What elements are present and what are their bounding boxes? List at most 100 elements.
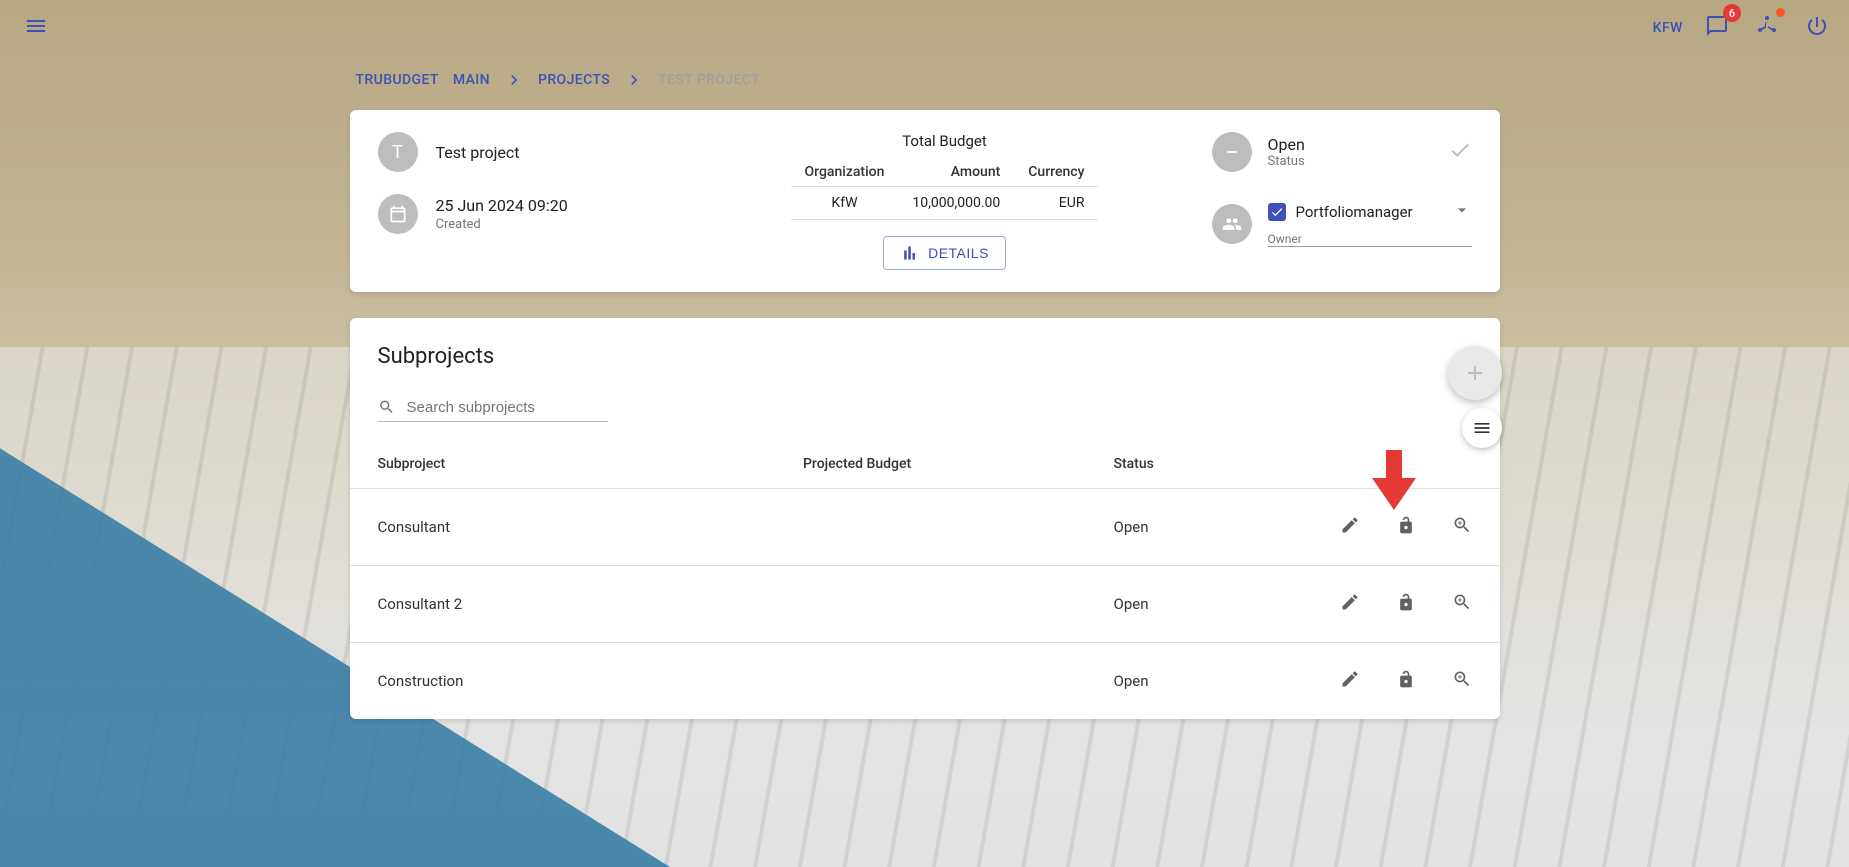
cell-status: Open xyxy=(1086,643,1270,720)
list-icon xyxy=(1472,418,1492,438)
cell-status: Open xyxy=(1086,489,1270,566)
pencil-icon xyxy=(1340,592,1360,612)
topbar: KFW 6 xyxy=(0,0,1849,56)
subprojects-table: Subproject Projected Budget Status Consu… xyxy=(350,440,1500,719)
chevron-right-icon xyxy=(624,70,644,90)
cell-name: Construction xyxy=(350,643,776,720)
zoom-in-icon xyxy=(1452,592,1472,612)
details-button[interactable]: DETAILS xyxy=(883,236,1006,270)
lock-open-icon xyxy=(1396,592,1416,612)
chart-icon xyxy=(900,243,920,263)
edit-button[interactable] xyxy=(1340,669,1360,693)
table-row: Construction Open xyxy=(350,643,1500,720)
details-label: DETAILS xyxy=(928,245,989,261)
plus-icon xyxy=(1463,361,1487,385)
zoom-in-icon xyxy=(1452,669,1472,689)
search-icon xyxy=(378,397,395,417)
owner-chip xyxy=(1212,204,1252,244)
logout-button[interactable] xyxy=(1801,10,1833,46)
budget-table: Organization Amount Currency KfW 10,000,… xyxy=(791,158,1099,220)
col-budget: Projected Budget xyxy=(775,440,1086,489)
budget-amount: 10,000,000.00 xyxy=(898,187,1014,220)
hub-icon xyxy=(1755,14,1779,38)
project-side: Open Status xyxy=(1212,132,1472,247)
search-field[interactable] xyxy=(378,397,608,422)
user-label: KFW xyxy=(1653,20,1683,36)
dropdown-caret-icon xyxy=(1452,200,1472,224)
zoom-in-icon xyxy=(1452,515,1472,535)
col-subproject: Subproject xyxy=(350,440,776,489)
menu-button[interactable] xyxy=(16,6,56,50)
notification-badge: 6 xyxy=(1723,4,1741,22)
status-row: Open Status xyxy=(1212,132,1472,172)
budget-panel: Total Budget Organization Amount Currenc… xyxy=(718,132,1172,270)
cell-budget xyxy=(775,489,1086,566)
col-currency: Currency xyxy=(1014,158,1098,187)
checkmark-icon xyxy=(1270,205,1284,219)
cell-name: Consultant 2 xyxy=(350,566,776,643)
status-value: Open xyxy=(1268,135,1305,154)
check-icon xyxy=(1448,138,1472,162)
topbar-right: KFW 6 xyxy=(1653,10,1833,46)
chevron-right-icon xyxy=(504,70,524,90)
alert-dot-icon xyxy=(1776,8,1785,17)
owner-name: Portfoliomanager xyxy=(1296,203,1413,221)
messages-button[interactable]: 6 xyxy=(1701,10,1733,46)
budget-row: KfW 10,000,000.00 EUR xyxy=(791,187,1099,220)
breadcrumb-current: TEST PROJECT xyxy=(658,72,760,88)
created-date: 25 Jun 2024 09:20 xyxy=(436,196,568,215)
content: TRUBUDGET MAIN PROJECTS TEST PROJECT T T… xyxy=(340,56,1510,805)
view-button[interactable] xyxy=(1452,515,1472,539)
created-label: Created xyxy=(436,217,568,232)
breadcrumb-link-main[interactable]: MAIN xyxy=(453,72,490,88)
owner-select[interactable]: Portfoliomanager Owner xyxy=(1268,200,1472,247)
project-header-card: T Test project 25 Jun 2024 09:20 Created xyxy=(350,110,1500,292)
subprojects-title: Subprojects xyxy=(378,344,1500,369)
add-subproject-button xyxy=(1448,346,1502,400)
network-button[interactable] xyxy=(1751,10,1783,46)
col-status: Status xyxy=(1086,440,1270,489)
edit-button[interactable] xyxy=(1340,592,1360,616)
budget-title: Total Budget xyxy=(718,132,1172,150)
lock-open-icon xyxy=(1396,669,1416,689)
project-avatar: T xyxy=(378,132,418,172)
view-button[interactable] xyxy=(1452,669,1472,693)
table-row: Consultant 2 Open xyxy=(350,566,1500,643)
owner-row: Portfoliomanager Owner xyxy=(1212,200,1472,247)
cell-budget xyxy=(775,643,1086,720)
people-icon xyxy=(1222,214,1242,234)
status-chip xyxy=(1212,132,1252,172)
permissions-button[interactable] xyxy=(1396,669,1416,693)
breadcrumb-link-trubudget[interactable]: TRUBUDGET xyxy=(356,72,439,88)
col-amount: Amount xyxy=(898,158,1014,187)
pencil-icon xyxy=(1340,515,1360,535)
budget-currency: EUR xyxy=(1014,187,1098,220)
table-row: Consultant Open xyxy=(350,489,1500,566)
calendar-icon xyxy=(388,204,408,224)
breadcrumb: TRUBUDGET MAIN PROJECTS TEST PROJECT xyxy=(350,56,1500,110)
project-meta: T Test project 25 Jun 2024 09:20 Created xyxy=(378,132,678,256)
cell-status: Open xyxy=(1086,566,1270,643)
dash-icon xyxy=(1222,142,1242,162)
pencil-icon xyxy=(1340,669,1360,689)
calendar-chip xyxy=(378,194,418,234)
edit-button[interactable] xyxy=(1340,515,1360,539)
hamburger-icon xyxy=(24,14,48,38)
subprojects-card: Subprojects Subproject Projected Budget … xyxy=(350,318,1500,719)
list-options-button[interactable] xyxy=(1462,408,1502,448)
approve-button[interactable] xyxy=(1448,138,1472,166)
budget-org: KfW xyxy=(791,187,899,220)
project-title: Test project xyxy=(436,143,520,162)
permissions-button[interactable] xyxy=(1396,515,1416,539)
owner-checkbox[interactable] xyxy=(1268,203,1286,221)
power-icon xyxy=(1805,14,1829,38)
owner-label: Owner xyxy=(1268,232,1472,246)
col-org: Organization xyxy=(791,158,899,187)
status-label: Status xyxy=(1268,154,1305,169)
search-input[interactable] xyxy=(405,398,608,417)
permissions-button[interactable] xyxy=(1396,592,1416,616)
view-button[interactable] xyxy=(1452,592,1472,616)
avatar-letter: T xyxy=(392,142,403,163)
breadcrumb-link-projects[interactable]: PROJECTS xyxy=(538,72,610,88)
lock-open-icon xyxy=(1396,515,1416,535)
